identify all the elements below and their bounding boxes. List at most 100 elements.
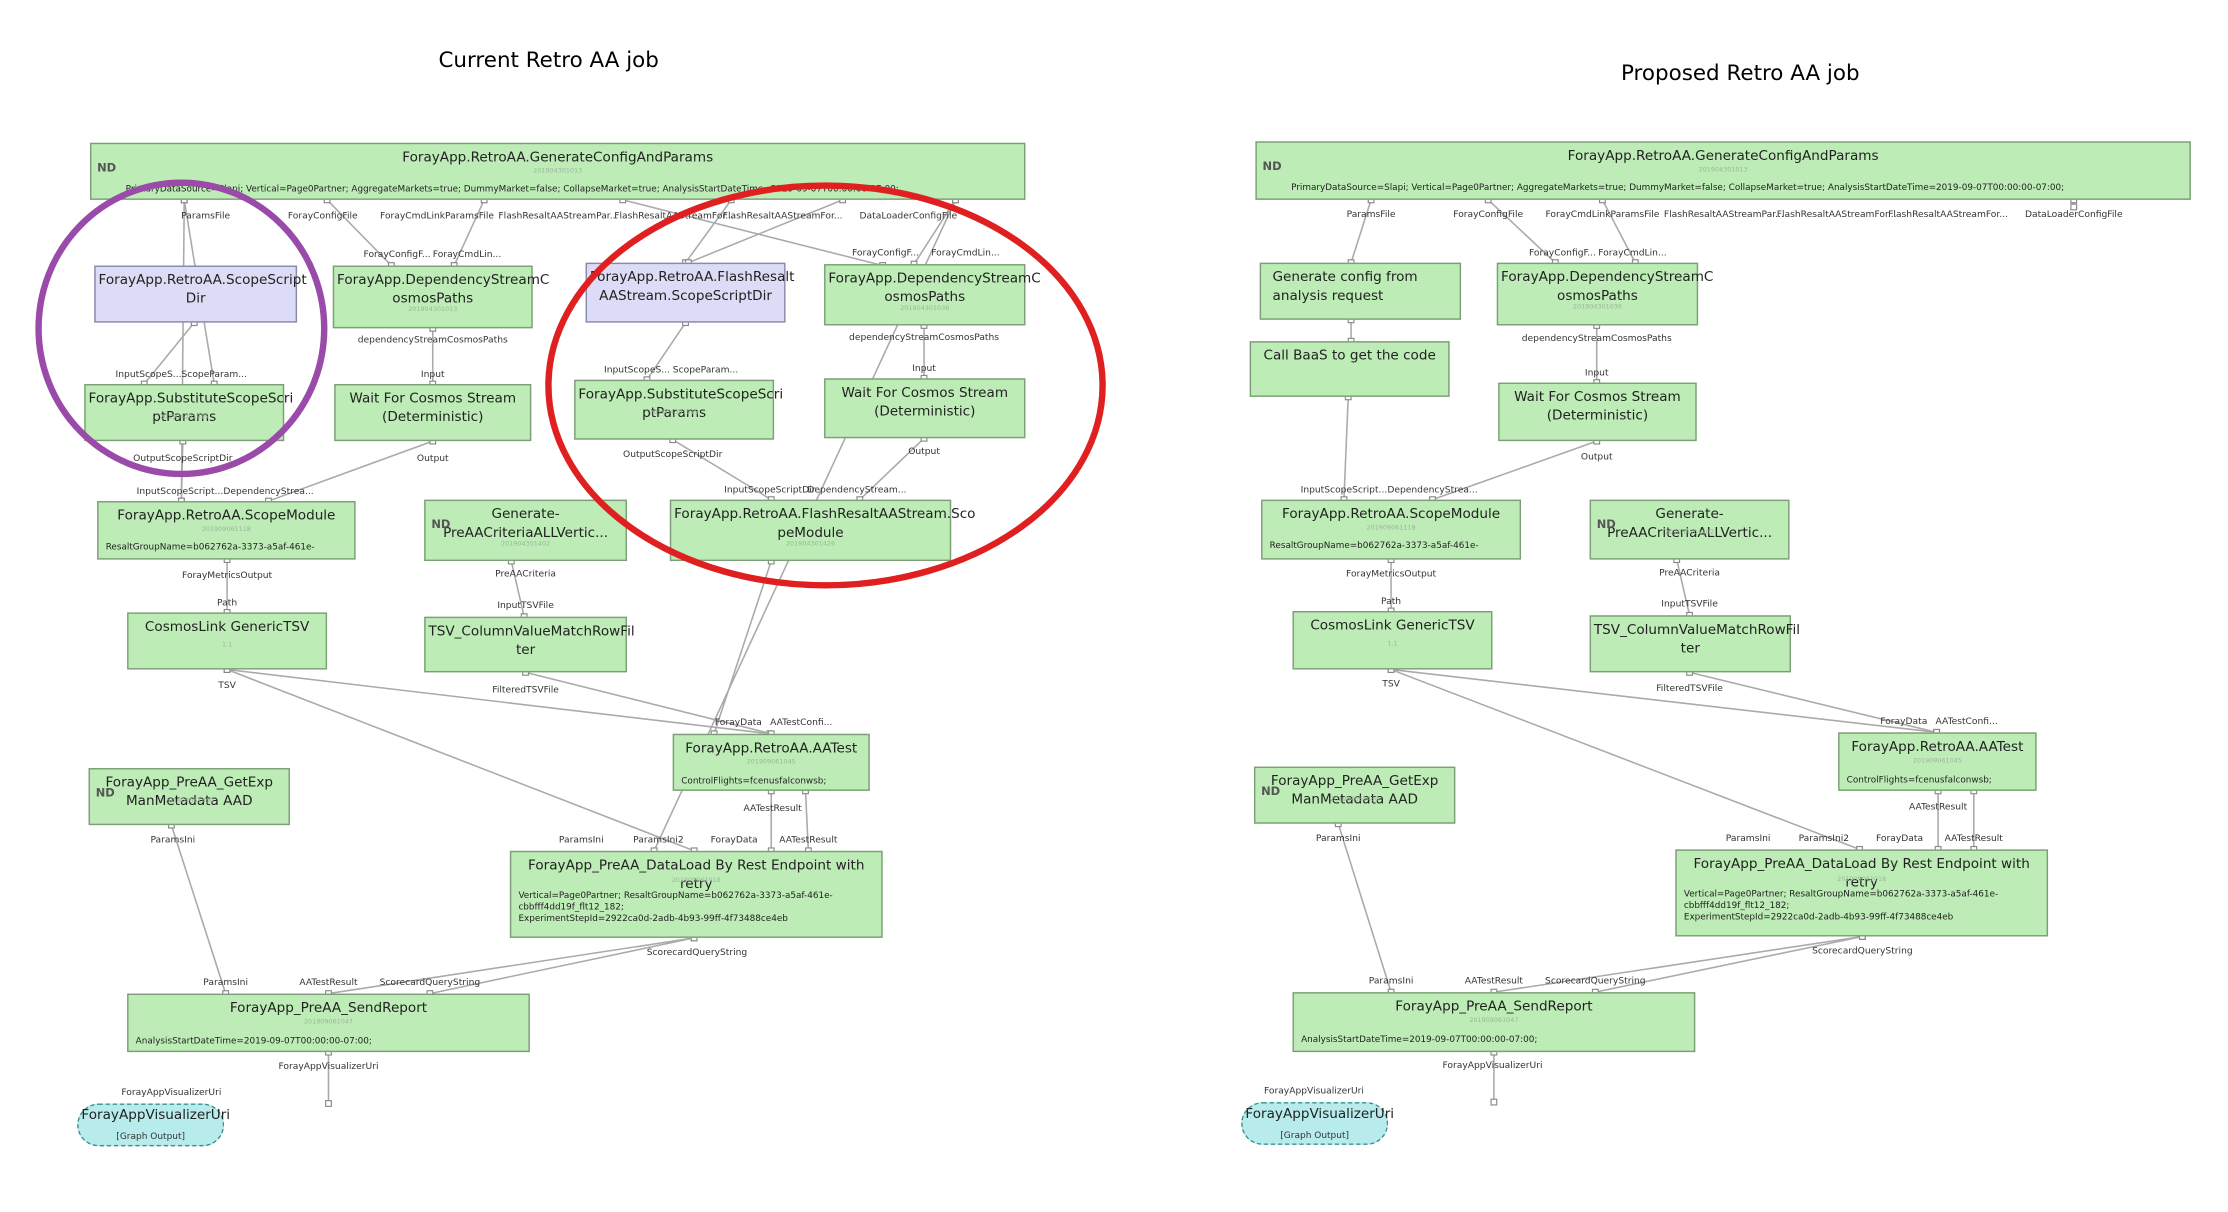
port-label: TSV <box>218 679 236 691</box>
node-aat[interactable]: ForayApp.RetroAA.AATest 201909061045 Contr… <box>672 733 870 791</box>
node-fsm[interactable]: ForayApp.RetroAA.FlashResaltAAStream.Sco… <box>669 499 975 562</box>
node-version: 201909061045 <box>746 759 796 767</box>
node-fssd[interactable]: ForayApp.RetroAA.FlashResalt AAStream.Sc… <box>585 262 795 323</box>
port-label: ParamsIni <box>1368 975 1414 987</box>
node-version: 201904301036 <box>1572 304 1622 312</box>
port-label: Path <box>1381 595 1402 607</box>
node-version: 201904301402 <box>501 541 551 549</box>
node-vu[interactable]: ForayAppVisualizerUri [Graph Output] <box>1241 1102 1395 1145</box>
port-label: Output <box>416 452 449 464</box>
node-ssp[interactable]: ForayApp.SubstituteScopeScri ptParams 201… <box>84 384 293 442</box>
node-dsp[interactable]: ForayApp.DependencyStreamC osmosPaths 201… <box>332 265 549 329</box>
node-gem[interactable]: ForayApp_PreAA_GetExp ManMetadata AAD ND 2… <box>1253 766 1456 824</box>
port-label: FlashResaltAAStreamFor... <box>1888 208 2008 220</box>
port-label: TSV <box>1382 678 1400 690</box>
node-title: ForayApp.RetroAA.GenerateConfigAndParams <box>1567 148 1879 165</box>
node-aat[interactable]: ForayApp.RetroAA.AATest 201909061045 Contr… <box>1838 732 2037 791</box>
node-gen[interactable]: ForayApp.RetroAA.GenerateConfigAndParams… <box>1255 141 2191 200</box>
node-version: 201909061018 <box>1837 876 1887 884</box>
node-params: ResaltGroupName=b062762a-3373-a5af-461e- <box>1269 541 1479 552</box>
node-sr[interactable]: ForayApp_PreAA_SendReport 201909061047 Ana… <box>1292 992 1696 1053</box>
node-version: 201904301402 <box>1665 529 1715 537</box>
port-label: ForayAppVisualizerUri <box>121 1086 222 1098</box>
port-label: DataLoaderConfigFile <box>2024 208 2123 220</box>
node-version: 201909061045 <box>1912 758 1962 766</box>
port-label: ScorecardQueryString <box>1545 975 1646 987</box>
port-label: DependencyStrea... <box>223 485 314 497</box>
node-title: ForayApp_PreAA_SendReport <box>229 1000 428 1017</box>
port <box>1490 1098 1498 1106</box>
node-baas[interactable]: Call BaaS to get the code <box>1249 341 1450 397</box>
port-label: ForayCmdLin... <box>1598 246 1667 259</box>
port-label: ForayData <box>714 716 762 729</box>
port-label: InputScopeScript... <box>1300 483 1388 496</box>
node-gem[interactable]: ForayApp_PreAA_GetExp ManMetadata AAD ND 2… <box>88 768 290 826</box>
node-wcs[interactable]: Wait For Cosmos Stream (Deterministic) <box>334 384 532 442</box>
node-title: Wait For Cosmos Stream (Deterministic) <box>841 385 1009 420</box>
port-label: FlashResaltAAStreamPar... <box>498 209 619 222</box>
port-label: Input <box>420 368 445 380</box>
node-version: 201904061430 <box>1330 796 1380 804</box>
node-title: ForayAppVisualizerUri <box>1245 1106 1395 1123</box>
port-label: InputScopeScriptDir <box>724 483 816 496</box>
port-label: AATestConfi... <box>770 716 833 729</box>
node-sr[interactable]: ForayApp_PreAA_SendReport 201909061047 Ana… <box>127 993 530 1053</box>
node-sm[interactable]: ForayApp.RetroAA.ScopeModule 201909061118… <box>97 501 356 560</box>
node-dl[interactable]: ForayApp_PreAA_DataLoad By Rest Endpoint… <box>1675 849 2049 937</box>
node-tsv[interactable]: TSV_ColumnValueMatchRowFil ter <box>424 616 635 673</box>
node-version: 201904301015 <box>649 409 699 417</box>
node-gpc[interactable]: Generate-PreAACriteriaALLVertic... ND 2019… <box>424 499 627 562</box>
port-label: Input <box>1584 366 1609 379</box>
port-label: OutputScopeScriptDir <box>133 452 233 464</box>
node-dsp[interactable]: ForayApp.DependencyStreamC osmosPaths 201… <box>1496 262 1713 326</box>
node-cl[interactable]: CosmosLink GenericTSV 1.1 <box>127 612 328 670</box>
port-label: ScorecardQueryString <box>1812 945 1913 957</box>
port <box>325 1100 332 1107</box>
port-label: ForayConfigFile <box>287 209 358 222</box>
port-label: ForayConfigF... <box>851 246 920 259</box>
port-label: ForayData <box>710 833 758 846</box>
node-version: 1.1 <box>1387 640 1398 649</box>
port-label: ParamsIni <box>150 833 196 846</box>
port-label: ForayData <box>1880 715 1928 727</box>
port-label: OutputScopeScriptDir <box>623 448 723 460</box>
port-label: AATestResult <box>743 802 802 814</box>
port-label: DependencyStrea... <box>1387 483 1478 496</box>
port-label: AATestResult <box>1464 975 1524 987</box>
port-label: ForayAppVisualizerUri <box>1263 1084 1364 1097</box>
node-gpc[interactable]: Generate-PreAACriteriaALLVertic... ND 2019… <box>1589 499 1790 560</box>
nd-badge: ND <box>431 518 451 532</box>
port-label: ParamsIni <box>558 833 604 846</box>
node-gcr[interactable]: Generate config from analysis request <box>1259 262 1462 320</box>
port-label: ParamsIni <box>203 976 249 988</box>
node-params: AnalysisStartDateTime=2019-09-07T00:00:0… <box>1301 1034 1538 1045</box>
edge <box>170 824 227 994</box>
port-label: ParamsFile <box>181 209 231 222</box>
node-gen[interactable]: ForayApp.RetroAA.GenerateConfigAndParams… <box>89 142 1026 200</box>
node-ssd[interactable]: ForayApp.RetroAA.ScopeScript Dir <box>94 265 307 323</box>
port-label: InputTSVFile <box>1661 598 1718 610</box>
port-label: ForayCmdLinkParamsFile <box>1545 208 1660 220</box>
node-dl[interactable]: ForayApp_PreAA_DataLoad By Rest Endpoint… <box>509 850 883 938</box>
node-sm[interactable]: ForayApp.RetroAA.ScopeModule 201909061118… <box>1261 499 1522 560</box>
port-label: FilteredTSVFile <box>1656 682 1723 694</box>
port-label: FilteredTSVFile <box>492 683 559 696</box>
port-label: FlashResaltAAStreamFor... <box>722 209 843 222</box>
port-label: InputScopeS... <box>604 364 670 376</box>
port-label: ForayAppVisualizerUri <box>278 1060 379 1073</box>
node-title: ForayApp_PreAA_DataLoad By Rest Endpoint… <box>1693 856 2030 891</box>
node-ssp2[interactable]: ForayApp.SubstituteScopeScri ptParams 201… <box>574 379 783 440</box>
node-cl[interactable]: CosmosLink GenericTSV 1.1 <box>1292 610 1493 670</box>
node-title: ForayApp_PreAA_SendReport <box>1395 999 1593 1015</box>
node-tsv[interactable]: TSV_ColumnValueMatchRowFil ter <box>1589 615 1800 673</box>
port-label: ScopeParam... <box>672 364 739 376</box>
node-dsp2[interactable]: ForayApp.DependencyStreamC osmosPaths 201… <box>824 264 1041 326</box>
port-label: ParamsFile <box>1346 208 1396 220</box>
port-label: DependencyStream... <box>807 483 907 496</box>
diagram-canvas: Current Retro AA job Proposed Retro AA j… <box>0 0 2228 1212</box>
panel-title-proposed: Proposed Retro AA job <box>1621 59 1860 86</box>
node-vu[interactable]: ForayAppVisualizerUri [Graph Output] <box>77 1103 230 1147</box>
node-params: PrimaryDataSource=Slapi; Vertical=Page0P… <box>1291 182 2065 193</box>
node-wcs[interactable]: Wait For Cosmos Stream (Deterministic) <box>1498 382 1697 442</box>
node-wcs2[interactable]: Wait For Cosmos Stream (Deterministic) <box>824 378 1026 439</box>
